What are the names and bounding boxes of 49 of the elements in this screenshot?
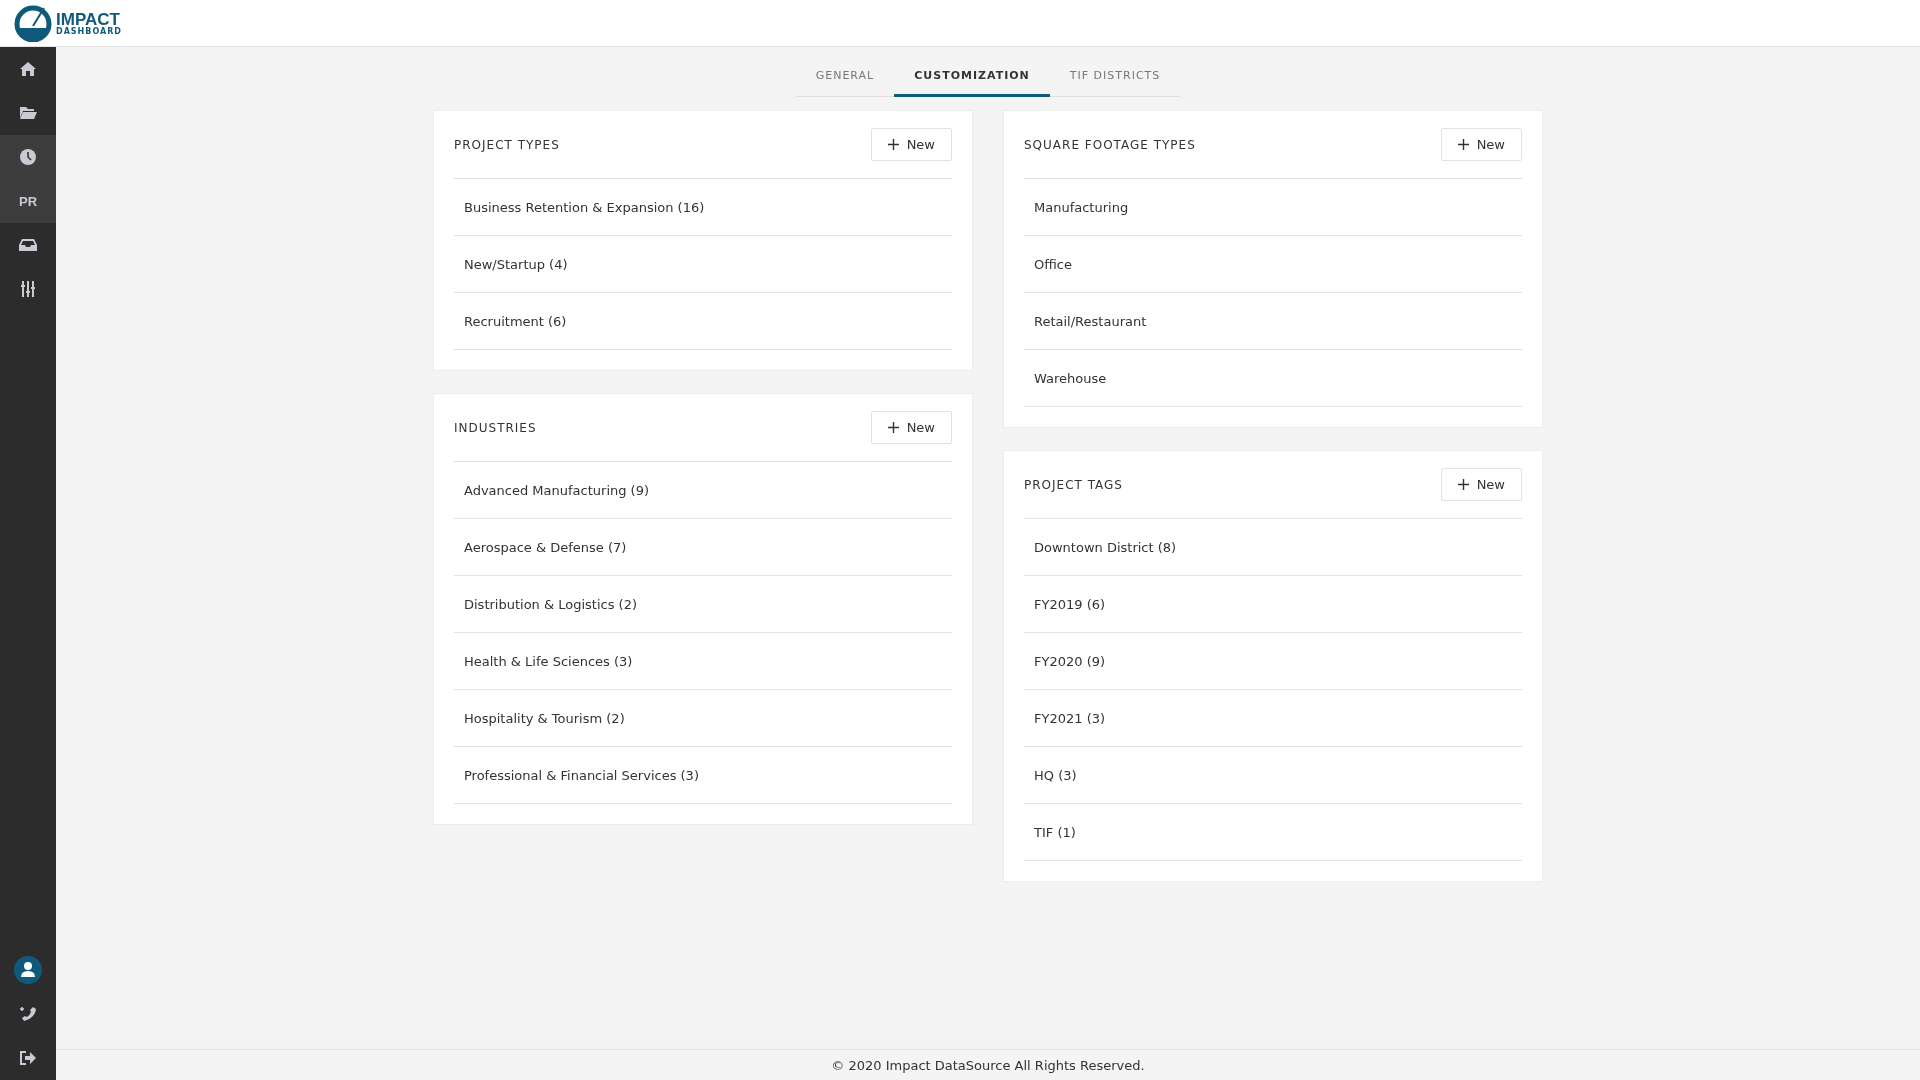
card-title: PROJECT TYPES — [454, 137, 560, 152]
list-item[interactable]: Warehouse — [1024, 350, 1522, 407]
user-avatar-icon — [14, 956, 42, 984]
list-item[interactable]: Distribution & Logistics (2) — [454, 576, 952, 633]
logo-title: IMPACT — [56, 10, 120, 28]
folder-icon — [19, 106, 37, 120]
phone-plus-icon — [19, 1006, 37, 1022]
tab[interactable]: TIF DISTRICTS — [1049, 59, 1181, 97]
copyright-text: © 2020 Impact DataSource All Rights Reserved. — [831, 1057, 1145, 1073]
list-item[interactable]: Office — [1024, 236, 1522, 293]
card-title: SQUARE FOOTAGE TYPES — [1024, 137, 1196, 152]
new-button[interactable]: New — [870, 411, 952, 444]
list-item[interactable]: Aerospace & Defense (7) — [454, 519, 952, 576]
list-item[interactable]: Downtown District (8) — [1024, 519, 1522, 576]
gauge-logo-icon — [14, 4, 52, 42]
logo-subtitle: DASHBOARD — [56, 27, 122, 36]
sidebar-item[interactable] — [0, 135, 56, 179]
tab[interactable]: GENERAL — [795, 59, 895, 97]
clock-icon — [20, 149, 36, 165]
home-icon — [19, 61, 37, 77]
list-item[interactable]: Health & Life Sciences (3) — [454, 633, 952, 690]
sliders-icon — [21, 281, 35, 297]
sidebar-label: PR — [18, 193, 38, 209]
card-title: PROJECT TAGS — [1024, 477, 1123, 492]
sidebar-item[interactable]: PR — [0, 179, 56, 223]
plus-icon — [887, 422, 899, 433]
plus-icon — [1457, 479, 1469, 490]
list-item[interactable]: FY2019 (6) — [1024, 576, 1522, 633]
list-item[interactable]: Recruitment (6) — [454, 293, 952, 350]
inbox-icon — [19, 239, 37, 251]
list-item[interactable]: New/Startup (4) — [454, 236, 952, 293]
list-item[interactable]: Manufacturing — [1024, 179, 1522, 236]
plus-icon — [1457, 139, 1469, 150]
list-item[interactable]: Hospitality & Tourism (2) — [454, 690, 952, 747]
list-item[interactable]: FY2021 (3) — [1024, 690, 1522, 747]
list-item[interactable]: HQ (3) — [1024, 747, 1522, 804]
new-button[interactable]: New — [1440, 128, 1522, 161]
tab[interactable]: CUSTOMIZATION — [894, 59, 1050, 97]
new-button[interactable]: New — [1440, 468, 1522, 501]
list-item[interactable]: Professional & Financial Services (3) — [454, 747, 952, 804]
list-item[interactable]: Retail/Restaurant — [1024, 293, 1522, 350]
list-item[interactable]: TIF (1) — [1024, 804, 1522, 861]
card-title: INDUSTRIES — [454, 420, 537, 435]
list-item[interactable]: FY2020 (9) — [1024, 633, 1522, 690]
plus-icon — [887, 139, 899, 150]
list-item[interactable]: Business Retention & Expansion (16) — [454, 179, 952, 236]
new-button[interactable]: New — [870, 128, 952, 161]
logout-icon — [20, 1051, 36, 1065]
list-item[interactable]: Advanced Manufacturing (9) — [454, 462, 952, 519]
